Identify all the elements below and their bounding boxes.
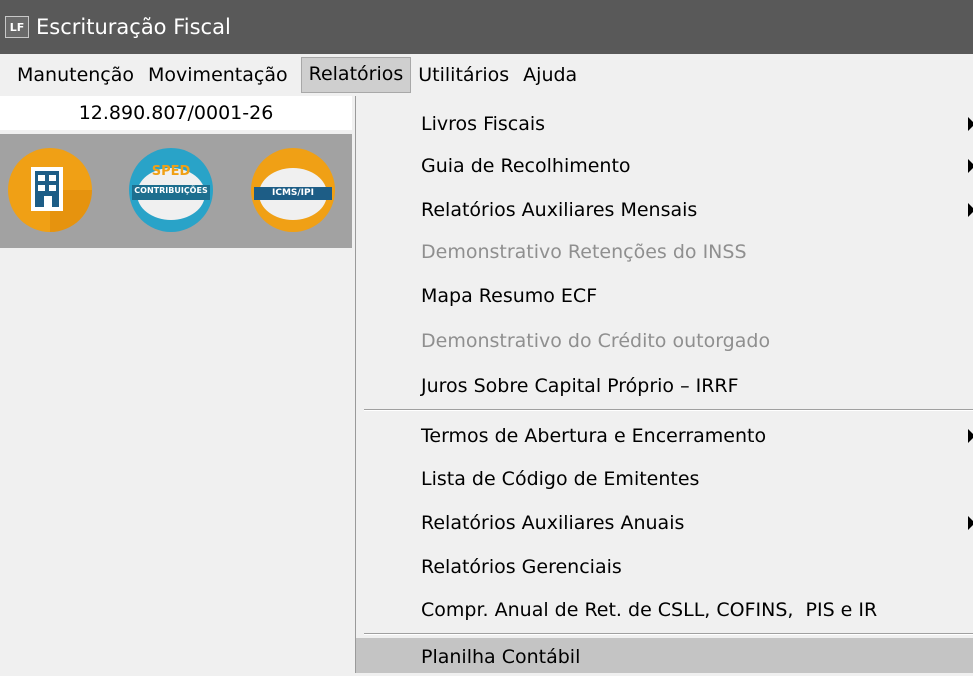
cnpj-text: 12.890.807/0001-26 — [78, 102, 274, 124]
menu-item-label: Lista de Código de Emitentes — [421, 468, 700, 490]
menu-item-label: Relatórios Auxiliares Anuais — [421, 512, 685, 534]
menu-item-termos-abertura[interactable]: Termos de Abertura e Encerramento — [356, 416, 973, 456]
menu-utilitarios[interactable]: Utilitários — [411, 58, 516, 92]
menu-item-label: Relatórios Auxiliares Mensais — [421, 199, 698, 221]
menu-separator — [364, 633, 973, 635]
menu-item-compr-anual-ret[interactable]: Compr. Anual de Ret. de CSLL, COFINS, PI… — [356, 590, 973, 630]
menu-item-label: Planilha Contábil — [421, 646, 581, 668]
menu-item-relatorios-gerenciais[interactable]: Relatórios Gerenciais — [356, 547, 973, 587]
menu-manutencao[interactable]: Manutenção — [10, 58, 141, 92]
window-title: Escrituração Fiscal — [36, 15, 231, 39]
menu-item-label: Compr. Anual de Ret. de CSLL, COFINS, PI… — [421, 599, 878, 621]
menu-item-planilha-contabil[interactable]: Planilha Contábil — [356, 638, 973, 673]
menu-item-lista-codigo-emitentes[interactable]: Lista de Código de Emitentes — [356, 459, 973, 499]
menu-item-label: Termos de Abertura e Encerramento — [421, 425, 767, 447]
menu-item-demonstrativo-credito-outorgado: Demonstrativo do Crédito outorgado — [356, 321, 973, 361]
menu-item-label: Demonstrativo Retenções do INSS — [421, 241, 747, 263]
menu-item-relatorios-auxiliares-mensais[interactable]: Relatórios Auxiliares Mensais — [356, 190, 973, 230]
menu-item-relatorios-auxiliares-anuais[interactable]: Relatórios Auxiliares Anuais — [356, 503, 973, 543]
submenu-arrow-icon — [968, 203, 973, 217]
contribuicoes-label: CONTRIBUIÇÕES — [134, 186, 208, 195]
menu-item-label: Juros Sobre Capital Próprio – IRRF — [421, 375, 739, 397]
title-bar: LF Escrituração Fiscal — [0, 0, 973, 54]
menu-item-label: Livros Fiscais — [421, 113, 546, 135]
menu-relatorios[interactable]: Relatórios — [300, 57, 412, 93]
shortcut-strip: SPED CONTRIBUIÇÕES ICMS/IPI — [0, 134, 352, 248]
menu-item-label: Guia de Recolhimento — [421, 155, 631, 177]
menu-item-juros-capital-proprio[interactable]: Juros Sobre Capital Próprio – IRRF — [356, 366, 973, 406]
menu-movimentacao[interactable]: Movimentação — [141, 58, 295, 92]
relatorios-dropdown: Livros Fiscais Guia de Recolhimento Rela… — [355, 96, 973, 673]
submenu-arrow-icon — [968, 159, 973, 173]
sped-label: SPED — [151, 164, 191, 179]
menu-separator — [364, 409, 973, 411]
company-cnpj: 12.890.807/0001-26 — [0, 96, 352, 130]
menu-item-label: Relatórios Gerenciais — [421, 556, 622, 578]
menu-item-label: Demonstrativo do Crédito outorgado — [421, 330, 771, 352]
submenu-arrow-icon — [968, 516, 973, 530]
submenu-arrow-icon — [968, 429, 973, 443]
submenu-arrow-icon — [968, 117, 973, 131]
building-icon[interactable] — [7, 147, 93, 233]
menu-ajuda[interactable]: Ajuda — [516, 58, 584, 92]
menu-item-demonstrativo-retencoes-inss: Demonstrativo Retenções do INSS — [356, 232, 973, 272]
icms-ipi-label: ICMS/IPI — [272, 188, 314, 198]
menu-bar: Manutenção Movimentação Relatórios Utili… — [0, 54, 973, 96]
menu-item-label: Mapa Resumo ECF — [421, 285, 598, 307]
menu-item-mapa-resumo-ecf[interactable]: Mapa Resumo ECF — [356, 276, 973, 316]
menu-item-guia-recolhimento[interactable]: Guia de Recolhimento — [356, 146, 973, 186]
app-logo-icon[interactable]: LF — [5, 16, 29, 38]
menu-item-livros-fiscais[interactable]: Livros Fiscais — [356, 104, 973, 144]
